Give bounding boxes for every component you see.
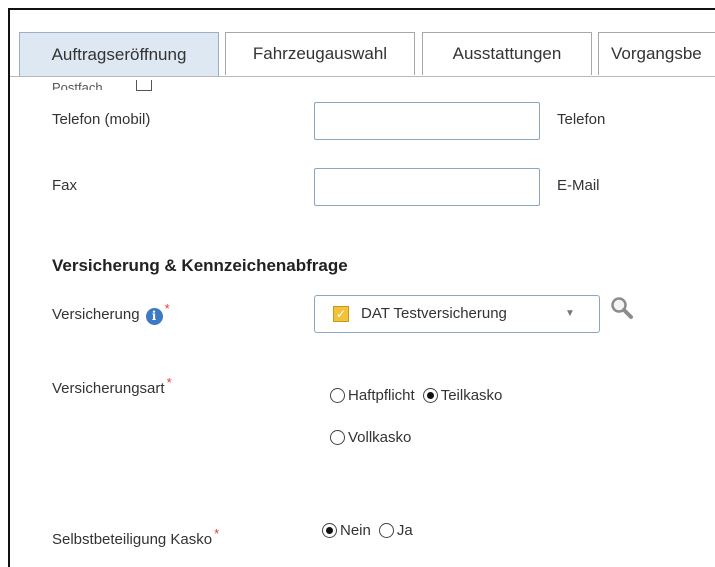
- insurance-icon: ✓: [333, 306, 349, 322]
- insurance-type-row-2: Vollkasko: [330, 429, 419, 446]
- radio-circle[interactable]: [330, 388, 345, 403]
- form-window: Auftragseröffnung Fahrzeugauswahl Aussta…: [8, 8, 715, 567]
- tab-label: Auftragseröffnung: [51, 44, 187, 64]
- insurance-label: Versicherung: [52, 306, 140, 323]
- deductible-label: Selbstbeteiligung Kasko: [52, 531, 213, 548]
- chevron-down-icon[interactable]: ▼: [565, 308, 575, 319]
- tab-fahrzeugauswahl[interactable]: Fahrzeugauswahl: [225, 32, 415, 75]
- radio-circle-checked[interactable]: [422, 388, 438, 403]
- insurance-label-group: Versicherung i *: [52, 301, 170, 325]
- postfach-label: Postfach: [52, 80, 103, 90]
- radio-nein[interactable]: Nein: [322, 522, 371, 539]
- phone-label: Telefon: [557, 111, 606, 128]
- insurance-type-row-1: Haftpflicht Teilkasko: [330, 387, 510, 404]
- insurance-select-value: DAT Testversicherung: [361, 305, 507, 322]
- required-marker: *: [214, 526, 220, 541]
- postfach-checkbox[interactable]: [136, 80, 152, 91]
- insurance-type-label-group: Versicherungsart *: [52, 375, 172, 397]
- deductible-label-group: Selbstbeteiligung Kasko *: [52, 526, 219, 548]
- phone-mobile-label: Telefon (mobil): [52, 111, 151, 128]
- fax-label: Fax: [52, 177, 78, 194]
- radio-label: Haftpflicht: [348, 387, 415, 404]
- insurance-section-title: Versicherung & Kennzeichenabfrage: [52, 256, 348, 275]
- tab-bar: Auftragseröffnung Fahrzeugauswahl Aussta…: [10, 10, 715, 77]
- email-label: E-Mail: [557, 177, 600, 194]
- radio-label: Nein: [340, 522, 371, 539]
- radio-label: Teilkasko: [440, 387, 503, 404]
- insurance-select[interactable]: ✓ DAT Testversicherung ▼: [314, 295, 600, 333]
- info-icon[interactable]: i: [145, 308, 163, 325]
- tab-label: Ausstattungen: [452, 44, 562, 63]
- radio-haftpflicht[interactable]: Haftpflicht: [330, 387, 415, 404]
- required-marker: *: [164, 301, 170, 316]
- radio-circle[interactable]: [378, 523, 394, 538]
- radio-circle[interactable]: [330, 430, 345, 445]
- deductible-row: Nein Ja: [322, 522, 421, 539]
- radio-vollkasko[interactable]: Vollkasko: [330, 429, 411, 446]
- radio-label: Ja: [396, 522, 413, 539]
- fax-input[interactable]: [314, 168, 540, 206]
- required-marker: *: [166, 375, 172, 390]
- radio-circle-checked[interactable]: [322, 523, 337, 538]
- tab-vorgangsbearbeitung[interactable]: Vorgangsbe: [598, 32, 715, 75]
- magnifier-icon[interactable]: [609, 295, 635, 321]
- tab-auftragseroeffnung[interactable]: Auftragseröffnung: [19, 32, 219, 76]
- radio-label: Vollkasko: [348, 429, 412, 446]
- tab-label: Vorgangsbe: [611, 44, 702, 63]
- phone-mobile-input[interactable]: [314, 102, 540, 140]
- radio-teilkasko[interactable]: Teilkasko: [422, 387, 503, 404]
- tab-label: Fahrzeugauswahl: [252, 44, 388, 63]
- tab-ausstattungen[interactable]: Ausstattungen: [422, 32, 592, 75]
- insurance-type-label: Versicherungsart: [52, 380, 165, 397]
- radio-ja[interactable]: Ja: [378, 522, 413, 539]
